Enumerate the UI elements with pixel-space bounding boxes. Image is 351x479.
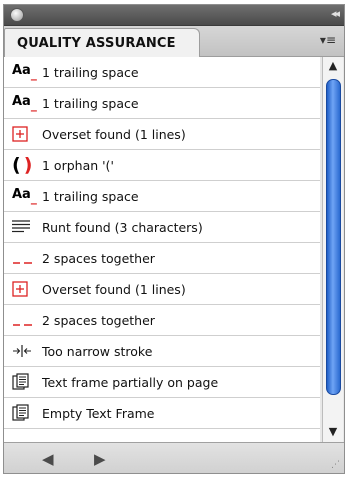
panel-menu-icon[interactable]: ▾≡: [320, 33, 336, 47]
issue-label: Overset found (1 lines): [42, 281, 186, 297]
list-item[interactable]: Empty Text Frame: [4, 398, 320, 429]
issue-label: Runt found (3 characters): [42, 219, 203, 235]
issue-label: 1 trailing space: [42, 95, 139, 111]
list-item[interactable]: Too narrow stroke: [4, 336, 320, 367]
trailing-space-icon: Aa_: [12, 63, 37, 81]
scroll-down-arrow-icon[interactable]: ▼: [323, 425, 343, 441]
issue-label: Text frame partially on page: [42, 374, 219, 390]
next-arrow-icon[interactable]: ▶: [94, 450, 106, 468]
issue-label: Empty Text Frame: [42, 405, 155, 421]
previous-arrow-icon[interactable]: ◀: [42, 450, 54, 468]
scroll-thumb[interactable]: [326, 79, 341, 395]
collapse-icon[interactable]: ◂◂: [331, 7, 340, 20]
narrow-stroke-icon: [12, 340, 38, 362]
list-item[interactable]: Aa_ 1 trailing space: [4, 88, 320, 119]
issue-label: 1 trailing space: [42, 64, 139, 80]
issue-label: 1 trailing space: [42, 188, 139, 204]
list-item[interactable]: Overset found (1 lines): [4, 274, 320, 305]
quality-assurance-panel: ◂◂ QUALITY ASSURANCE ▾≡ Aa_ 1 trailing s…: [3, 4, 345, 474]
list-item[interactable]: () 1 orphan '(': [4, 150, 320, 181]
vertical-scrollbar[interactable]: ▲ ▼: [322, 57, 343, 443]
issue-label: Overset found (1 lines): [42, 126, 186, 142]
text-frame-icon: [12, 402, 38, 424]
list-item[interactable]: Overset found (1 lines): [4, 119, 320, 150]
list-item[interactable]: 2 spaces together: [4, 243, 320, 274]
tab-quality-assurance[interactable]: QUALITY ASSURANCE: [4, 28, 200, 57]
panel-titlebar: ◂◂: [4, 5, 344, 26]
trailing-space-icon: Aa_: [12, 94, 37, 112]
issue-label: 2 spaces together: [42, 250, 155, 266]
list-item[interactable]: Runt found (3 characters): [4, 212, 320, 243]
issue-label: 2 spaces together: [42, 312, 155, 328]
list-item[interactable]: Text frame partially on page: [4, 367, 320, 398]
orphan-icon: (): [12, 154, 33, 176]
scroll-up-arrow-icon[interactable]: ▲: [323, 59, 343, 75]
resize-grip-icon[interactable]: ⋰: [331, 460, 340, 470]
overset-icon: [12, 278, 38, 300]
text-frame-icon: [12, 371, 38, 393]
issue-list: Aa_ 1 trailing space Aa_ 1 trailing spac…: [4, 57, 320, 443]
double-space-icon: [12, 247, 38, 269]
double-space-icon: [12, 309, 38, 331]
panel-footer: ◀ ▶ ⋰: [4, 442, 344, 473]
trailing-space-icon: Aa_: [12, 187, 37, 205]
close-button[interactable]: [10, 8, 24, 22]
list-item[interactable]: Aa_ 1 trailing space: [4, 181, 320, 212]
issue-label: 1 orphan '(': [42, 157, 114, 173]
issue-label: Too narrow stroke: [42, 343, 153, 359]
overset-icon: [12, 123, 38, 145]
list-item[interactable]: 2 spaces together: [4, 305, 320, 336]
tab-row: QUALITY ASSURANCE ▾≡: [4, 26, 344, 57]
runt-icon: [12, 216, 38, 238]
list-item[interactable]: Aa_ 1 trailing space: [4, 57, 320, 88]
